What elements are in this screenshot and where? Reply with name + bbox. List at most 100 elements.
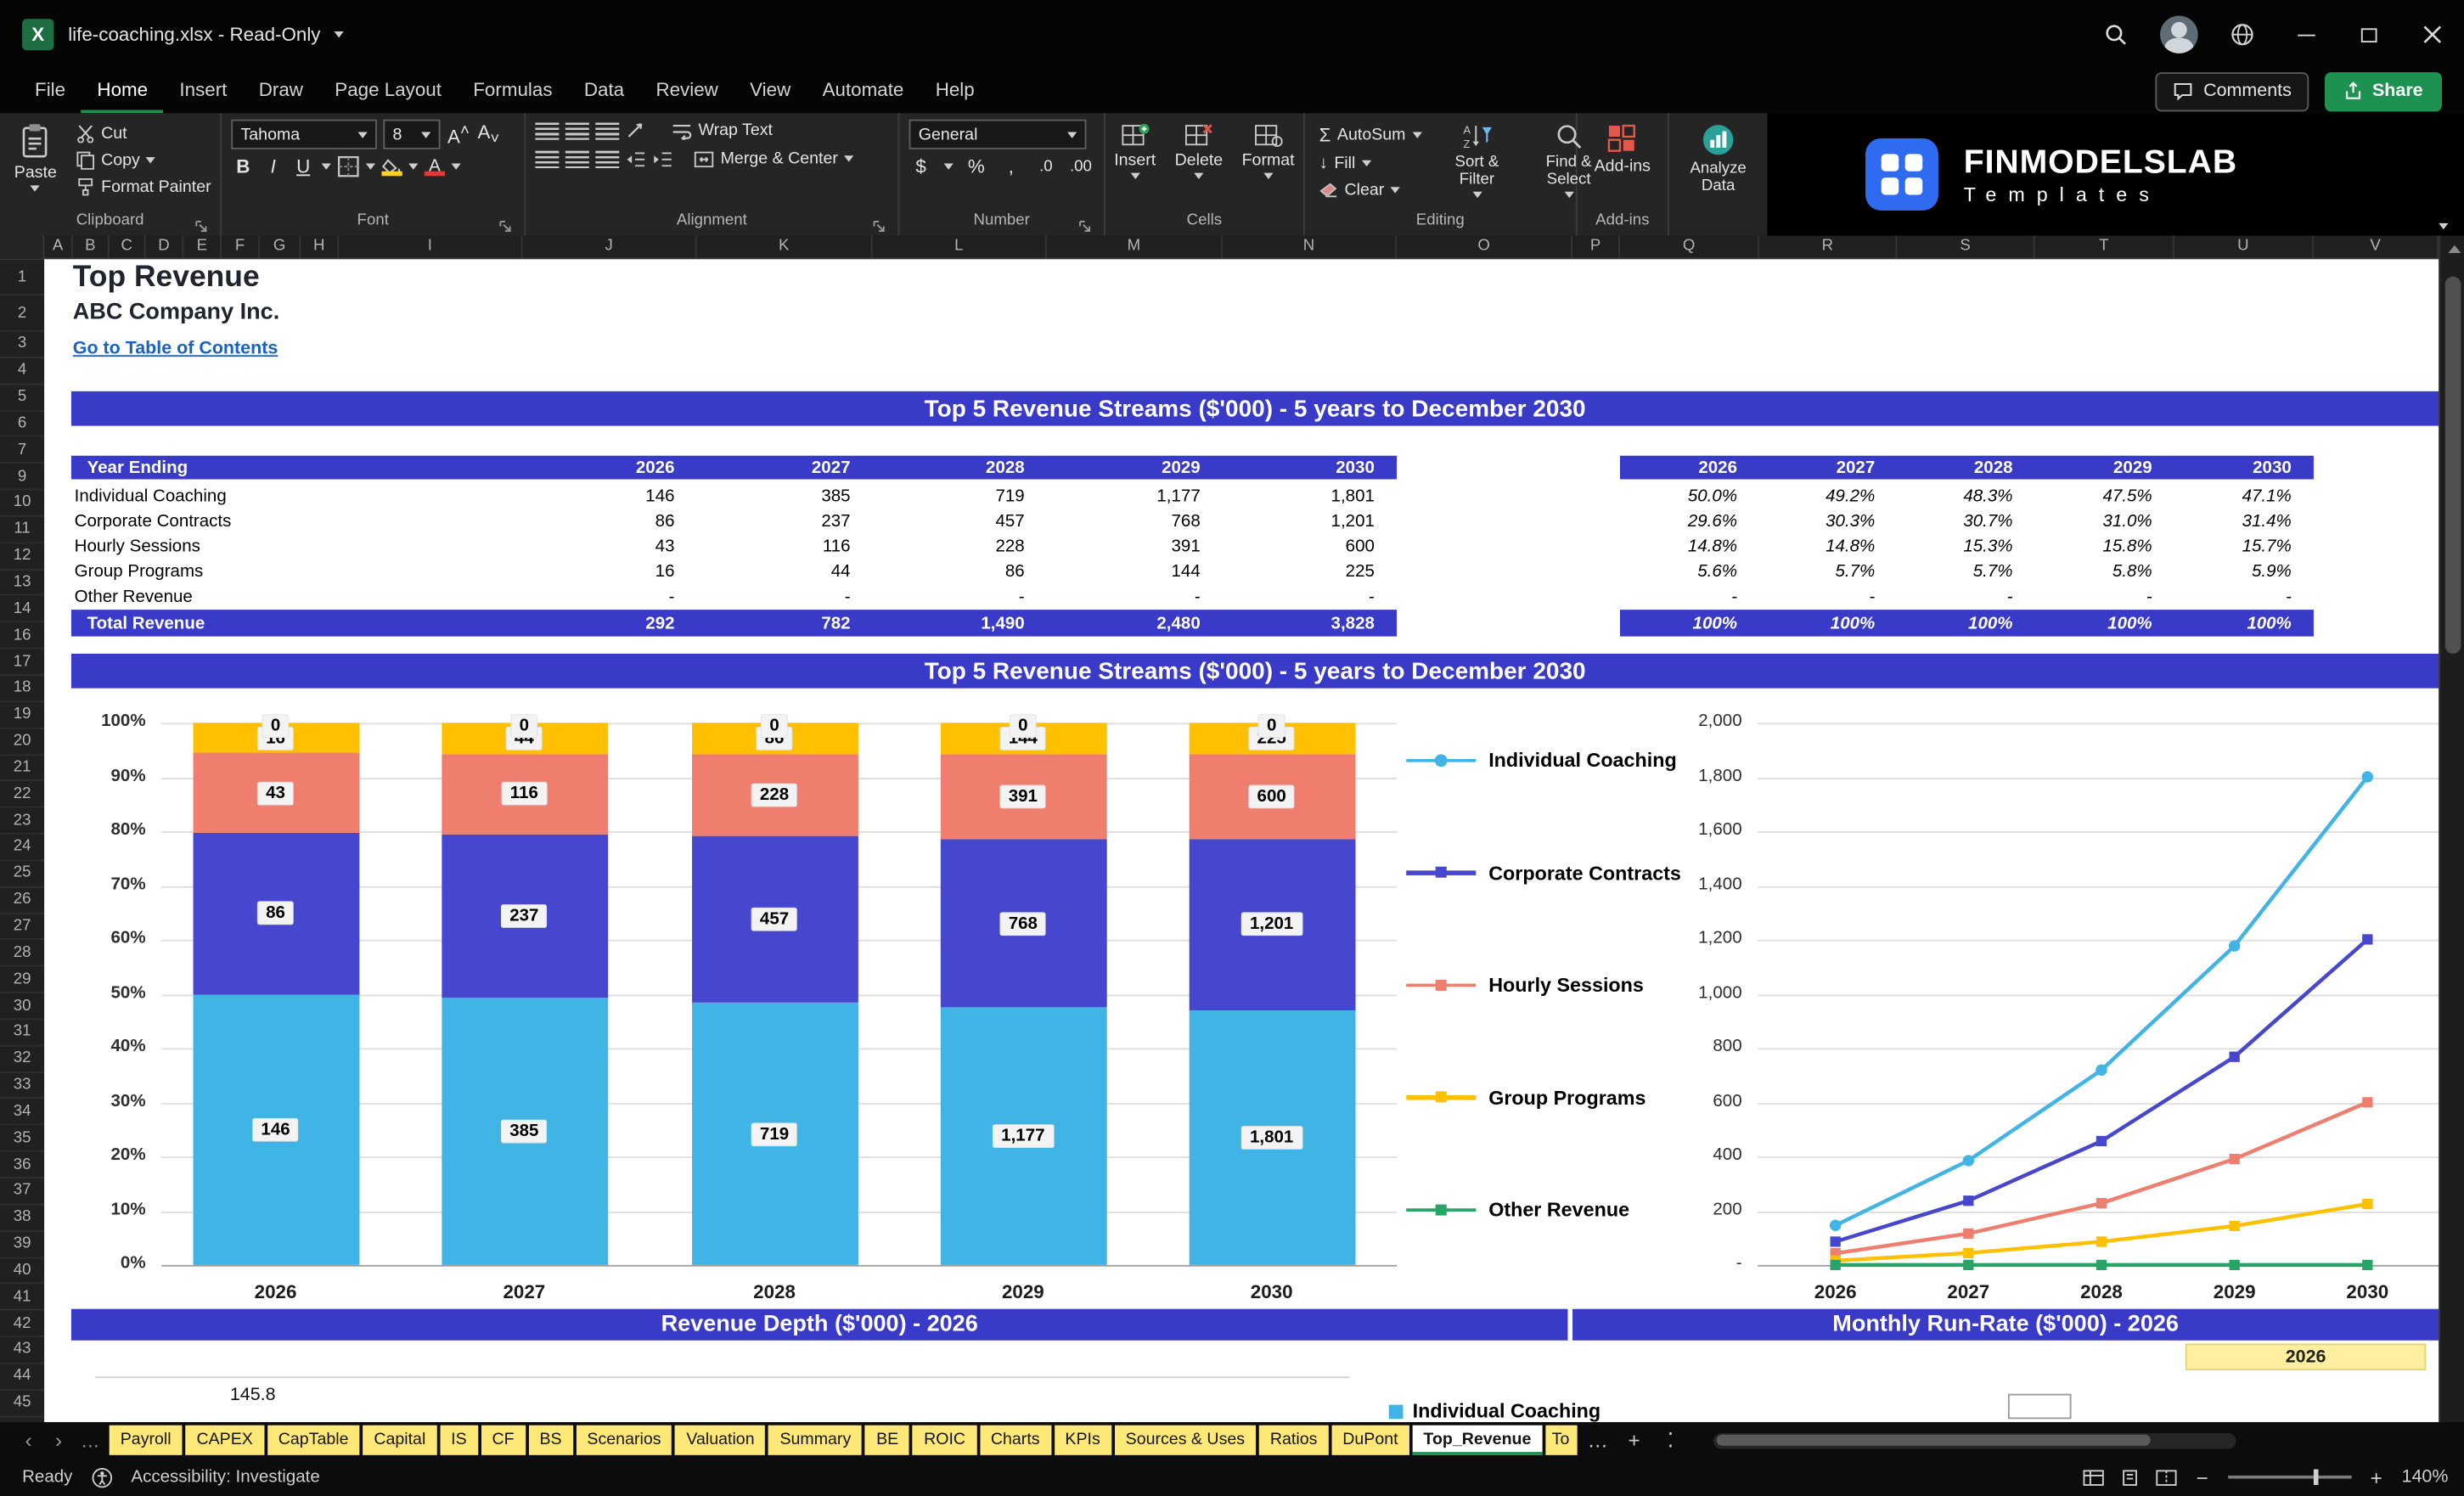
- align-right-button[interactable]: [595, 149, 620, 168]
- share-cell[interactable]: 47.1%: [2174, 487, 2314, 506]
- analyze-data-button[interactable]: Analyze Data: [1677, 120, 1759, 199]
- page-layout-view-icon[interactable]: [2118, 1469, 2141, 1486]
- share-cell[interactable]: 31.4%: [2174, 512, 2314, 531]
- value-cell[interactable]: 86: [873, 563, 1047, 582]
- row-header-31[interactable]: 31: [0, 1020, 45, 1047]
- row-header-34[interactable]: 34: [0, 1100, 45, 1126]
- stream-name-cell[interactable]: Other Revenue: [71, 588, 523, 606]
- column-header-Q[interactable]: Q: [1620, 235, 1760, 260]
- row-header-13[interactable]: 13: [0, 570, 45, 597]
- column-header-S[interactable]: S: [1897, 235, 2035, 260]
- share-cell[interactable]: 5.9%: [2174, 563, 2314, 582]
- stream-name-cell[interactable]: Hourly Sessions: [71, 537, 523, 556]
- bold-button[interactable]: B: [231, 155, 255, 177]
- row-header-17[interactable]: 17: [0, 650, 45, 676]
- accessibility-status[interactable]: Accessibility: Investigate: [131, 1468, 319, 1487]
- value-cell[interactable]: 768: [1047, 512, 1223, 531]
- row-header-6[interactable]: 6: [0, 411, 45, 438]
- value-cell[interactable]: 44: [697, 563, 873, 582]
- cut-button[interactable]: Cut: [71, 122, 217, 144]
- percent-format-button[interactable]: %: [965, 155, 988, 177]
- row-header-38[interactable]: 38: [0, 1205, 45, 1232]
- tab-scroll-left-icon[interactable]: ‹: [16, 1428, 42, 1452]
- year-header-cell[interactable]: 2027: [697, 458, 873, 477]
- number-format-select[interactable]: General: [909, 119, 1087, 149]
- column-header-E[interactable]: E: [183, 235, 222, 260]
- column-header-R[interactable]: R: [1759, 235, 1898, 260]
- value-cell[interactable]: 146: [522, 487, 696, 506]
- cell-grid[interactable]: Top Revenue ABC Company Inc. Go to Table…: [44, 259, 2439, 1422]
- fill-color-button[interactable]: [381, 158, 402, 176]
- share-cell[interactable]: 48.3%: [1897, 487, 2034, 506]
- share-cell[interactable]: 15.3%: [1897, 537, 2034, 556]
- value-cell[interactable]: 600: [1223, 537, 1397, 556]
- font-name-select[interactable]: Tahoma: [231, 119, 377, 149]
- share-cell[interactable]: -: [1759, 588, 1897, 606]
- share-year-header-cell[interactable]: 2029: [2035, 458, 2174, 477]
- borders-button[interactable]: [337, 155, 359, 177]
- sheet-tab-cf[interactable]: CF: [481, 1425, 526, 1455]
- share-cell[interactable]: -: [2035, 588, 2174, 606]
- row-header-21[interactable]: 21: [0, 755, 45, 782]
- sheet-tab-capex[interactable]: CAPEX: [185, 1425, 264, 1455]
- row-header-2[interactable]: 2: [0, 295, 45, 332]
- column-header-C[interactable]: C: [110, 235, 146, 260]
- column-header-G[interactable]: G: [260, 235, 301, 260]
- borders-caret-icon[interactable]: [365, 163, 376, 170]
- menu-item-formulas[interactable]: Formulas: [458, 69, 569, 113]
- column-header-B[interactable]: B: [73, 235, 110, 260]
- row-header-22[interactable]: 22: [0, 781, 45, 808]
- share-cell[interactable]: 31.0%: [2035, 512, 2174, 531]
- value-cell[interactable]: 1,201: [1223, 512, 1397, 531]
- column-header-A[interactable]: A: [44, 235, 73, 260]
- legend-item-hourly-sessions[interactable]: Hourly Sessions: [1406, 974, 1644, 996]
- total-value-cell[interactable]: 782: [697, 614, 873, 633]
- total-value-cell[interactable]: 2,480: [1047, 614, 1223, 633]
- menu-item-review[interactable]: Review: [640, 69, 734, 113]
- year-header-cell[interactable]: 2029: [1047, 458, 1223, 477]
- row-header-3[interactable]: 3: [0, 332, 45, 358]
- column-header-K[interactable]: K: [697, 235, 873, 260]
- decrease-decimal-button[interactable]: .00: [1069, 158, 1093, 175]
- sheet-tab-is[interactable]: IS: [440, 1425, 478, 1455]
- row-header-7[interactable]: 7: [0, 437, 45, 464]
- share-cell[interactable]: 50.0%: [1620, 487, 1759, 506]
- share-year-header-cell[interactable]: 2028: [1897, 458, 2034, 477]
- wrap-text-button[interactable]: Wrap Text: [667, 120, 777, 142]
- legend-item-group-programs[interactable]: Group Programs: [1406, 1087, 1645, 1109]
- value-cell[interactable]: 228: [873, 537, 1047, 556]
- comments-button[interactable]: Comments: [2156, 71, 2309, 111]
- currency-caret-icon[interactable]: [943, 163, 954, 170]
- row-header-16[interactable]: 16: [0, 622, 45, 650]
- toc-link[interactable]: Go to Table of Contents: [73, 340, 278, 358]
- menu-item-page-layout[interactable]: Page Layout: [319, 69, 458, 113]
- row-header-33[interactable]: 33: [0, 1072, 45, 1100]
- row-header-36[interactable]: 36: [0, 1152, 45, 1179]
- zoom-slider[interactable]: [2227, 1469, 2351, 1486]
- clipboard-dialog-launcher-icon[interactable]: [194, 220, 207, 233]
- share-year-header-cell[interactable]: 2026: [1620, 458, 1759, 477]
- vertical-scrollbar[interactable]: [2439, 235, 2464, 1422]
- row-header-12[interactable]: 12: [0, 543, 45, 571]
- row-header-9[interactable]: 9: [0, 464, 45, 491]
- column-header-L[interactable]: L: [873, 235, 1047, 260]
- row-header-26[interactable]: 26: [0, 887, 45, 914]
- font-size-select[interactable]: 8: [383, 119, 441, 149]
- total-share-cell[interactable]: 100%: [2174, 614, 2314, 633]
- column-header-D[interactable]: D: [146, 235, 184, 260]
- currency-format-button[interactable]: $: [909, 155, 933, 177]
- align-bottom-button[interactable]: [595, 121, 620, 139]
- stream-name-cell[interactable]: Individual Coaching: [71, 487, 523, 506]
- share-cell[interactable]: 47.5%: [2035, 487, 2174, 506]
- insert-cells-button[interactable]: Insert: [1110, 120, 1161, 183]
- sheet-tab-kpis[interactable]: KPIs: [1054, 1425, 1111, 1455]
- value-cell[interactable]: 385: [697, 487, 873, 506]
- stream-name-cell[interactable]: Corporate Contracts: [71, 512, 523, 531]
- sheet-tab-charts[interactable]: Charts: [979, 1425, 1051, 1455]
- paste-button[interactable]: Paste: [9, 120, 61, 195]
- value-cell[interactable]: 16: [522, 563, 696, 582]
- sheet-tab-top-revenue[interactable]: Top_Revenue: [1412, 1425, 1543, 1455]
- column-header-I[interactable]: I: [339, 235, 523, 260]
- value-cell[interactable]: 43: [522, 537, 696, 556]
- share-cell[interactable]: 5.6%: [1620, 563, 1759, 582]
